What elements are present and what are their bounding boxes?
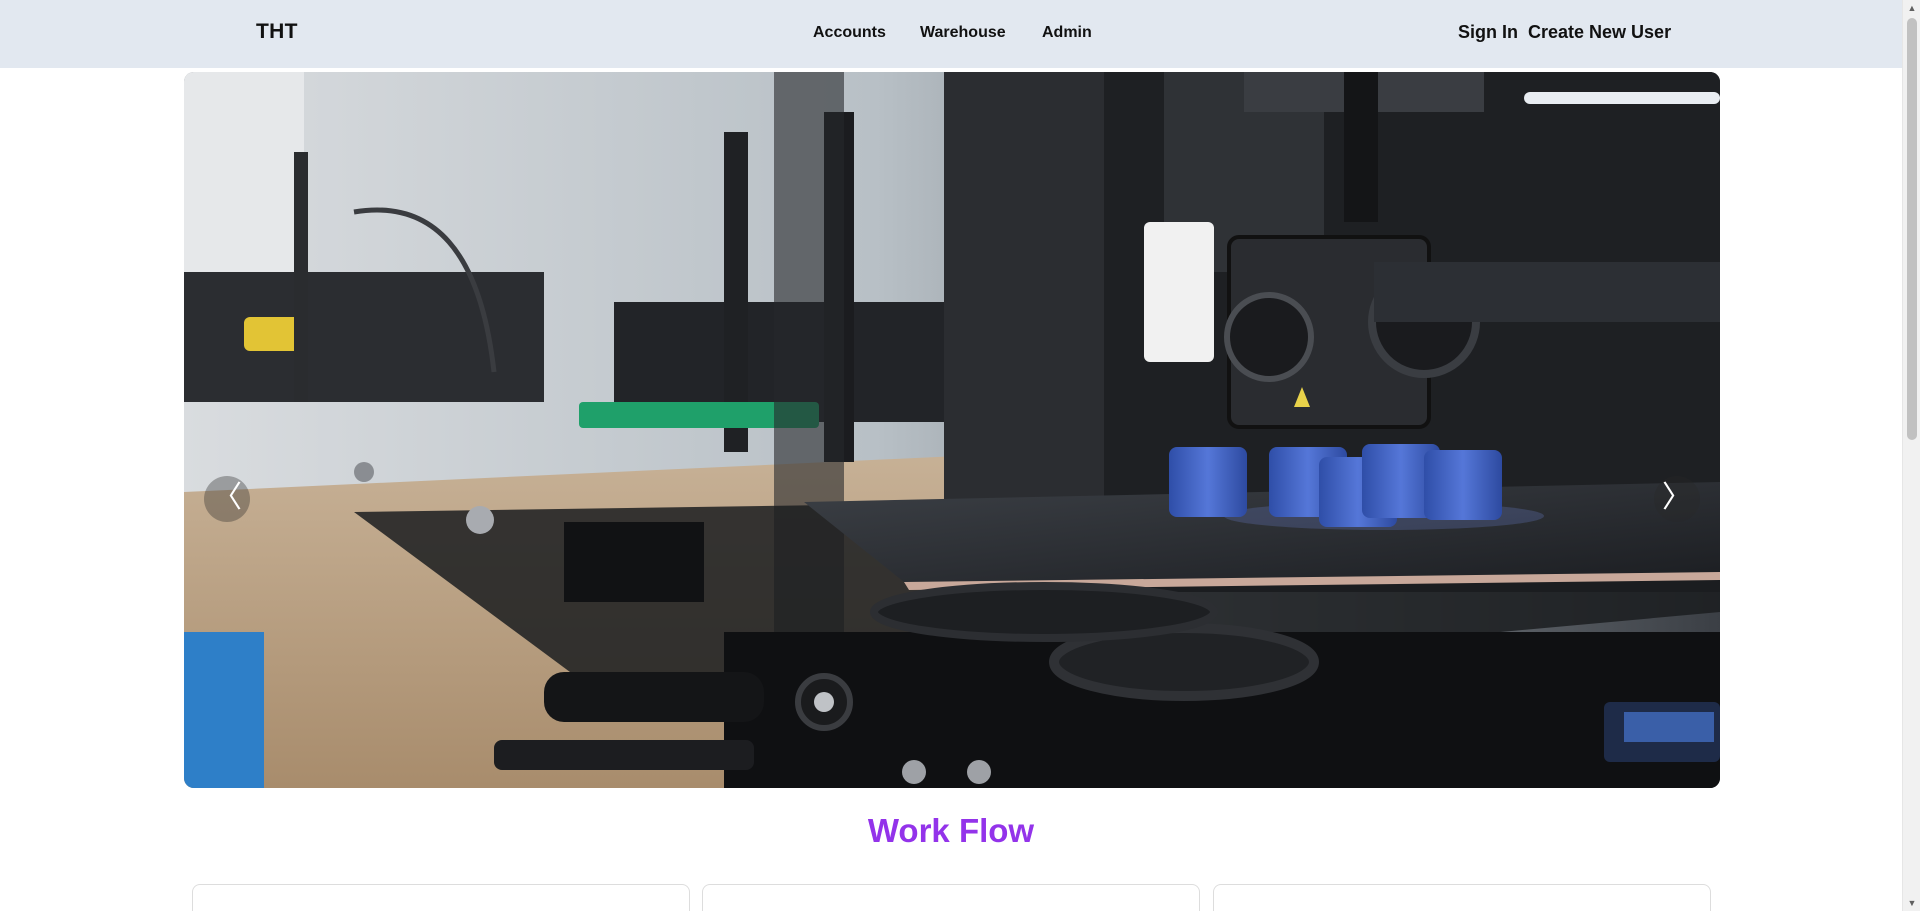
nav-accounts[interactable]: Accounts [813,24,886,42]
carousel-prev-button[interactable]: 〈 [204,476,250,522]
page-scrollbar[interactable]: ▲ ▼ [1902,0,1920,911]
nav-warehouse[interactable]: Warehouse [920,24,1006,42]
chevron-left-icon: 〈 [212,480,242,515]
scroll-down-arrow-icon[interactable]: ▼ [1903,895,1920,911]
workflow-card [1213,884,1711,911]
carousel-next-button[interactable]: 〉 [1654,476,1700,522]
scroll-up-arrow-icon[interactable]: ▲ [1903,0,1920,16]
workflow-card [192,884,690,911]
top-navbar: THT Accounts Warehouse Admin Sign In Cre… [0,0,1902,68]
carousel-image [184,72,1720,788]
workflow-card [702,884,1200,911]
chevron-right-icon: 〉 [1662,480,1692,515]
scrollbar-thumb[interactable] [1907,18,1917,440]
hero-carousel: 〈 〉 [184,72,1720,788]
workflow-section-title: Work Flow [867,812,1035,849]
sign-in-link[interactable]: Sign In [1458,22,1518,43]
create-new-user-link[interactable]: Create New User [1528,22,1671,43]
nav-admin[interactable]: Admin [1042,24,1092,42]
